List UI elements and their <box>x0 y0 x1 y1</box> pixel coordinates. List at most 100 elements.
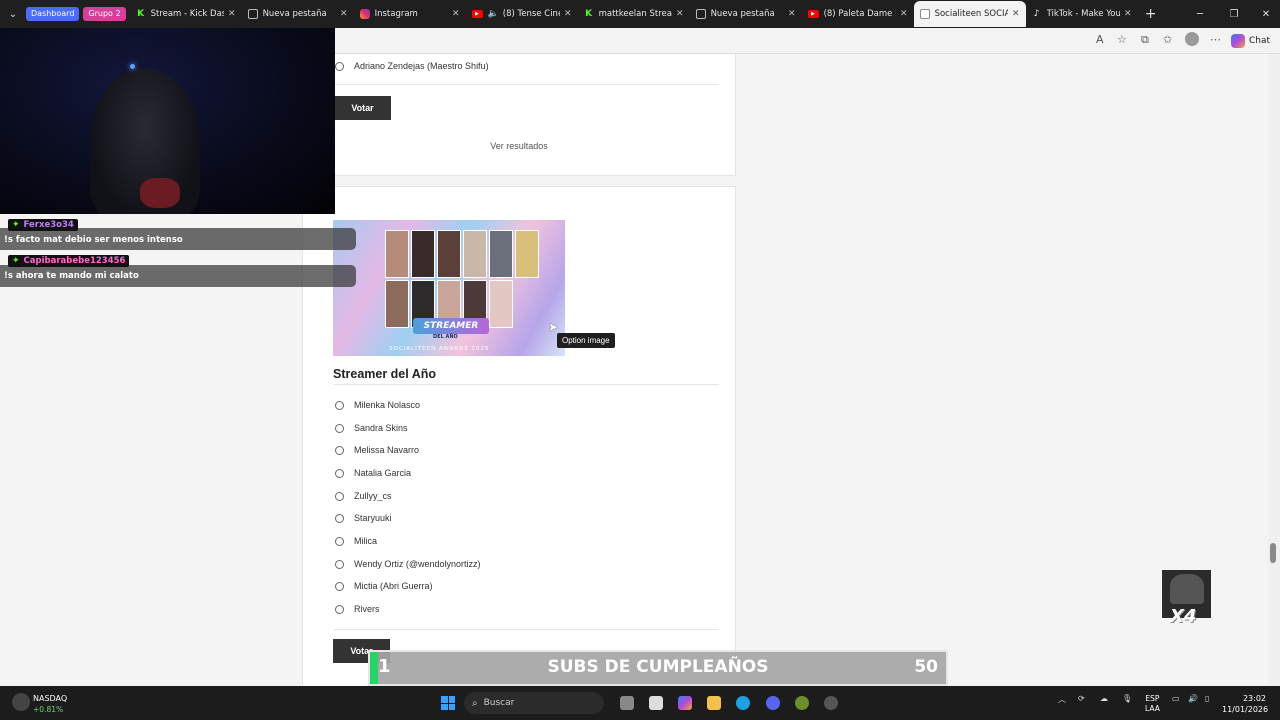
speaker-icon[interactable]: 🔈 <box>488 9 499 19</box>
chat-username-badge: ✦ Ferxe3o34 <box>8 219 78 231</box>
radio-button[interactable] <box>335 468 344 478</box>
close-tab-icon[interactable]: ✕ <box>228 9 236 19</box>
poll-option[interactable]: Milica <box>335 534 377 548</box>
obs-icon[interactable] <box>824 696 838 710</box>
language-indicator[interactable]: ESP LAA <box>1145 694 1160 714</box>
scarf-shape <box>140 178 180 208</box>
browser-tab-active[interactable]: Socialiteen SOCIALITE ✕ <box>913 1 1026 27</box>
windows-start-icon[interactable] <box>441 696 455 710</box>
browser-tab[interactable]: K Stream - Kick Dashbo ✕ <box>130 1 242 27</box>
volume-icon[interactable]: 🔊 <box>1188 694 1198 703</box>
radio-button[interactable] <box>335 604 344 614</box>
new-tab-plus-icon[interactable]: + <box>1138 6 1164 22</box>
radio-button[interactable] <box>335 513 344 523</box>
stock-name[interactable]: NASDAQ <box>33 694 67 703</box>
profile-avatar[interactable] <box>1185 32 1199 46</box>
close-tab-icon[interactable]: ✕ <box>1012 9 1020 19</box>
poll-option[interactable]: Mictia (Abri Guerra) <box>335 579 433 593</box>
sparkle-icon: ✦ <box>12 256 20 266</box>
clock-date: 11/01/2026 <box>1222 705 1269 714</box>
tiktok-icon: ♪ <box>1033 9 1040 19</box>
subs-target: 50 <box>914 657 938 677</box>
favorite-star-icon[interactable]: ☆ <box>1117 33 1127 46</box>
tab-group-grupo-2[interactable]: Grupo 2 <box>83 7 126 21</box>
poll-option[interactable]: Zullyy_cs <box>335 489 392 503</box>
browser-tab[interactable]: K mattkeelan Stream - ✕ <box>578 1 690 27</box>
poll-option[interactable]: Natalia Garcia <box>335 466 411 480</box>
streamer-photo <box>463 230 487 278</box>
discord-icon[interactable] <box>766 696 780 710</box>
read-aloud-icon[interactable]: A <box>1096 33 1104 46</box>
close-tab-icon[interactable]: ✕ <box>676 9 684 19</box>
stock-widget-icon[interactable] <box>12 693 30 711</box>
poll-option[interactable]: Melissa Navarro <box>335 443 419 457</box>
view-results-link[interactable]: Ver resultados <box>303 141 735 151</box>
browser-tab[interactable]: ▶ (8) Paleta Dame Paleta ✕ <box>802 1 914 27</box>
close-tab-icon[interactable]: ✕ <box>900 9 908 19</box>
option-image[interactable]: STREAMER DEL AÑO SOCIALITEEN AWARDS 2025 <box>333 220 565 356</box>
close-tab-icon[interactable]: ✕ <box>452 9 460 19</box>
radio-button[interactable] <box>335 559 344 569</box>
edge-browser-icon[interactable] <box>736 696 750 710</box>
kick-icon: K <box>585 9 593 19</box>
extensions-icon[interactable]: ⧉ <box>1141 33 1149 47</box>
file-explorer-icon[interactable] <box>707 696 721 710</box>
kick-icon: K <box>137 9 145 19</box>
avatar <box>1170 574 1204 604</box>
radio-button[interactable] <box>335 491 344 501</box>
radio-button[interactable] <box>335 423 344 433</box>
restore-icon[interactable]: ❐ <box>1218 0 1250 28</box>
close-tab-icon[interactable]: ✕ <box>564 9 572 19</box>
streamer-banner: STREAMER <box>413 318 489 334</box>
option-label: Milica <box>354 536 378 546</box>
poll-option[interactable]: Sandra Skins <box>335 421 408 435</box>
scrollbar-thumb[interactable] <box>1270 543 1276 563</box>
minimize-icon[interactable]: ─ <box>1184 0 1216 28</box>
copilot-taskbar-icon[interactable] <box>678 696 692 710</box>
microphone-icon[interactable]: 🎙 <box>1122 694 1132 703</box>
radio-button[interactable] <box>335 445 344 455</box>
copilot-chat-button[interactable]: Chat <box>1230 32 1270 50</box>
app-icon[interactable] <box>795 696 809 710</box>
browser-tab[interactable]: ▶ 🔈 (8) Tense Cinema ✕ <box>466 1 578 27</box>
tab-group-dashboard[interactable]: Dashboard <box>26 7 80 21</box>
poll-option[interactable]: Rivers <box>335 602 380 616</box>
window-close-icon[interactable]: ✕ <box>1250 0 1280 28</box>
radio-button[interactable] <box>335 61 344 71</box>
network-icon[interactable]: ▭ <box>1172 694 1180 703</box>
option-label: Adriano Zendejas (Maestro Shifu) <box>354 61 489 71</box>
more-menu-icon[interactable]: ⋯ <box>1210 33 1221 46</box>
store-icon[interactable] <box>649 696 663 710</box>
tab-actions-chevron-icon[interactable]: ⌄ <box>0 0 26 28</box>
radio-button[interactable] <box>335 536 344 546</box>
divider <box>335 84 719 85</box>
radio-button[interactable] <box>335 581 344 591</box>
page-scrollbar[interactable] <box>1268 54 1280 686</box>
task-view-icon[interactable] <box>620 696 634 710</box>
poll-option[interactable]: Staryuuki <box>335 511 392 525</box>
subs-goal-bar: 1 SUBS DE CUMPLEAÑOS 50 <box>368 650 948 686</box>
vote-button[interactable]: Votar <box>334 96 391 120</box>
close-tab-icon[interactable]: ✕ <box>1124 9 1132 19</box>
option-label: Rivers <box>354 604 380 614</box>
browser-tab[interactable]: Instagram ✕ <box>354 1 466 27</box>
poll-option[interactable]: Milenka Nolasco <box>335 398 420 412</box>
clock[interactable]: 23:02 11/01/2026 <box>1222 693 1269 715</box>
radio-button[interactable] <box>335 400 344 410</box>
sync-icon[interactable]: ⟳ <box>1078 694 1085 703</box>
close-tab-icon[interactable]: ✕ <box>340 9 348 19</box>
poll-card-previous: Adriano Zendejas (Maestro Shifu) Votar V… <box>302 54 736 176</box>
poll-option[interactable]: Adriano Zendejas (Maestro Shifu) <box>335 59 489 73</box>
taskbar-search-box[interactable]: ⌕ Buscar <box>464 692 604 714</box>
onedrive-icon[interactable]: ☁ <box>1100 694 1108 703</box>
poll-option[interactable]: Wendy Ortiz (@wendolynortizz) <box>335 557 481 571</box>
browser-tab-strip: ⌄ Dashboard Grupo 2 K Stream - Kick Dash… <box>0 0 1280 28</box>
streamer-photo <box>411 230 435 278</box>
favorites-icon[interactable]: ✩ <box>1163 33 1172 46</box>
browser-tab[interactable]: Nueva pestaña ✕ <box>242 1 354 27</box>
battery-icon[interactable]: ▯ <box>1205 694 1209 703</box>
browser-tab[interactable]: ♪ TikTok - Make Your Day ✕ <box>1026 1 1138 27</box>
chevron-up-icon[interactable]: ︿ <box>1058 694 1066 705</box>
close-tab-icon[interactable]: ✕ <box>788 9 796 19</box>
browser-tab[interactable]: Nueva pestaña ✕ <box>690 1 802 27</box>
